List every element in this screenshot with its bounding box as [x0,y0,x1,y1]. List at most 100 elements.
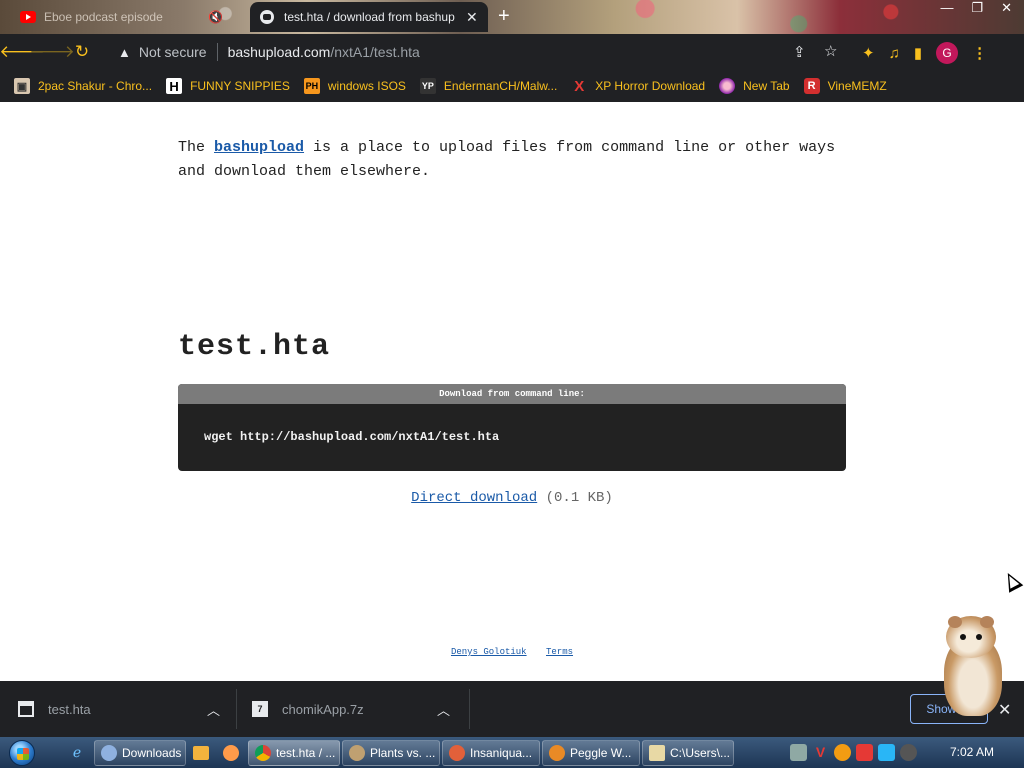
kebab-menu-icon[interactable]: ⋮ [972,44,987,62]
taskbar-task[interactable]: Plants vs. ... [342,739,440,766]
minimize-button[interactable]: — [940,0,953,16]
close-window-button[interactable]: ✕ [1001,0,1012,16]
tab-title: test.hta / download from bashup [284,10,455,24]
bookmark-item[interactable]: YP EndermanCH/Malw... [419,78,558,94]
task-label: Plants vs. ... [370,745,436,760]
internet-explorer-icon[interactable]: ℯ [62,740,92,766]
tray-display-icon[interactable] [878,744,895,761]
command-box-header: Download from command line: [178,384,846,404]
wget-command[interactable]: wget http://bashupload.com/nxtA1/test.ht… [178,404,846,444]
window-controls: — ❐ ✕ [940,0,1012,16]
mouse-cursor-icon [1000,569,1024,593]
speaker-muted-icon[interactable]: 🔇 [208,10,223,24]
chevron-up-icon[interactable]: ︿ [437,700,450,719]
tray-search-icon[interactable] [834,744,851,761]
bookmark-item[interactable]: H FUNNY SNIPPIES [166,78,290,94]
bookmark-label: 2pac Shakur - Chro... [38,79,153,93]
tray-app-icon[interactable] [790,744,807,761]
taskbar-task[interactable]: Insaniqua... [442,739,540,766]
url-host: bashupload.com [227,44,331,60]
intro-text: The bashupload is a place to upload file… [178,136,838,184]
window-file-icon [18,701,34,717]
share-icon[interactable]: ⇪ [793,43,806,61]
file-size: (0.1 KB) [545,490,613,506]
tray-volume-icon[interactable] [900,744,917,761]
side-panel-icon[interactable]: ▮ [914,44,922,62]
security-label[interactable]: Not secure [139,44,207,60]
insaniquarium-icon [449,744,465,761]
footer-author-link[interactable]: Denys Golotiuk [451,647,527,657]
downloads-bar: test.hta ︿ 7 chomikApp.7z ︿ Show all ✕ [0,681,1024,737]
bookmark-item[interactable]: R VineMEMZ [803,78,887,94]
chevron-up-icon[interactable]: ︿ [207,700,220,719]
direct-download-line: Direct download (0.1 KB) [0,490,1024,506]
bookmark-item[interactable]: X XP Horror Download [571,77,706,95]
media-player-icon[interactable] [186,740,216,766]
address-divider [216,43,218,61]
tab-title: Eboe podcast episode [44,10,163,24]
hamster-eye [976,634,982,640]
taskbar-task[interactable]: Downloads [94,739,186,766]
address-bar[interactable]: ▲ Not secure bashupload.com/nxtA1/test.h… [110,37,855,67]
bookmark-item[interactable]: New Tab [719,78,790,94]
download-divider [236,689,237,729]
tab-youtube[interactable]: Eboe podcast episode 🔇 [8,2,246,32]
hamster-desktop-pet[interactable] [936,612,1008,720]
bookmark-label: FUNNY SNIPPIES [190,79,290,93]
download-item[interactable]: test.hta ︿ [18,691,232,727]
tray-v-icon[interactable]: V [812,744,829,761]
reload-button[interactable]: ↻ [67,37,97,67]
tray-flag-icon[interactable] [856,744,873,761]
start-button[interactable] [0,737,44,768]
task-label: Peggle W... [570,745,632,760]
task-label: C:\Users\... [670,745,731,760]
bookmark-item[interactable]: PH windows ISOS [303,78,406,94]
bookmarks-bar: ▣ 2pac Shakur - Chro... H FUNNY SNIPPIES P… [0,70,1024,102]
download-filename: chomikApp.7z [282,701,364,717]
youtube-icon [20,11,36,23]
tab-close-icon[interactable]: ✕ [466,9,478,26]
taskbar-task[interactable]: C:\Users\... [642,739,734,766]
new-tab-button[interactable]: + [498,5,510,27]
bookmark-item[interactable]: ▣ 2pac Shakur - Chro... [14,78,152,94]
extensions-puzzle-icon[interactable]: ✦ [862,44,875,62]
command-box: Download from command line: wget http://… [178,384,846,471]
forward-button[interactable]: 🡒 [29,37,75,67]
download-item[interactable]: 7 chomikApp.7z ︿ [252,691,462,727]
taskbar-clock[interactable]: 7:02 AM [950,737,994,768]
bashupload-link[interactable]: bashupload [214,139,304,156]
tab-bashupload[interactable]: test.hta / download from bashup ✕ [250,2,488,32]
system-tray: V [790,737,917,768]
direct-download-link[interactable]: Direct download [411,490,537,506]
hamster-eye [960,634,966,640]
file-title: test.hta [178,330,331,364]
pinwheel-icon [719,78,736,94]
x-logo-icon: X [574,77,585,95]
taskbar-task-active[interactable]: test.hta / ... [248,739,340,766]
page-content: The bashupload is a place to upload file… [0,102,1024,681]
chrome-icon [255,744,271,761]
intro-prefix: The [178,139,215,156]
tab-strip: Eboe podcast episode 🔇 test.hta / downlo… [0,0,1024,34]
upload-cloud-icon [260,10,274,24]
bookmark-label: VineMEMZ [827,79,887,93]
page-footer: Denys Golotiuk Terms [0,647,1024,657]
footer-terms-link[interactable]: Terms [546,647,573,657]
restore-button[interactable]: ❐ [971,0,983,16]
hamster-ear [948,616,962,628]
profile-avatar[interactable]: G [936,42,959,64]
bookmark-star-icon[interactable]: ☆ [824,42,837,60]
bookmark-label: XP Horror Download [595,79,706,93]
photo-icon: ▣ [14,78,30,94]
h-logo-icon: H [166,78,183,94]
paint-app-icon[interactable] [216,740,246,766]
downloads-folder-icon [101,744,117,761]
task-label: Insaniqua... [470,745,533,760]
taskbar-task[interactable]: Peggle W... [542,739,640,766]
task-label: Downloads [122,745,182,760]
media-control-icon[interactable]: ♫ [889,45,900,62]
warning-icon: ▲ [118,44,131,60]
task-label: test.hta / ... [276,745,336,760]
bookmark-label: EndermanCH/Malw... [443,79,558,93]
ph-logo-icon: PH [303,78,320,94]
